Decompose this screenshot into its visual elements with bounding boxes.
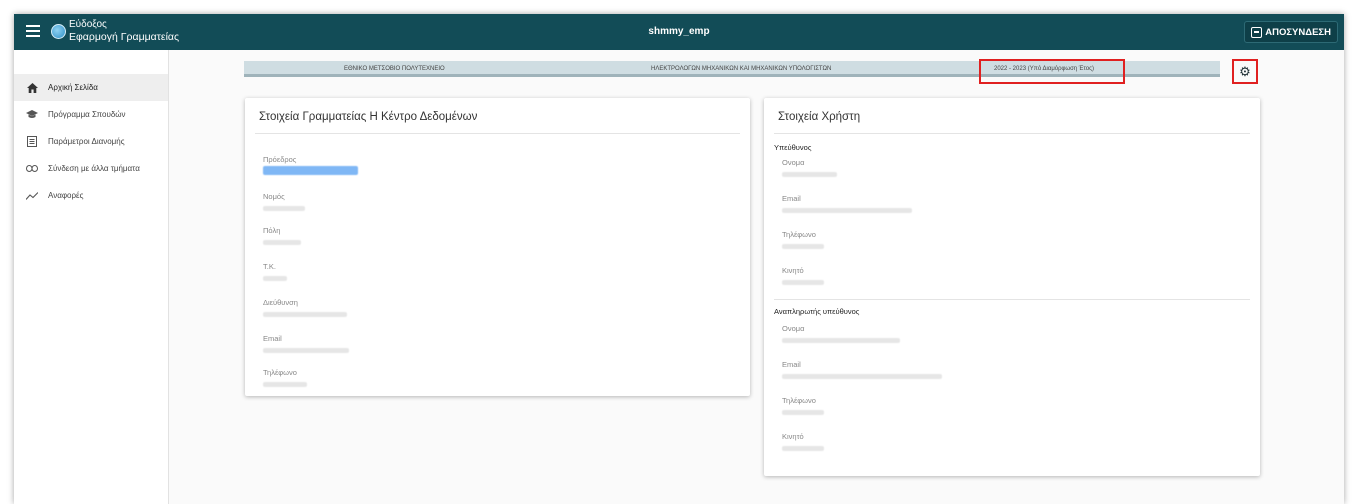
sidebar: Αρχική Σελίδα Πρόγραμμα Σπουδών Παράμετρ… [14,50,169,504]
sidebar-item-links[interactable]: Σύνδεση με άλλα τμήματα [14,155,168,182]
field-value-redacted [782,208,912,213]
sidebar-item-label: Αρχική Σελίδα [48,83,98,92]
sidebar-item-reports[interactable]: Αναφορές [14,182,168,209]
sidebar-item-label: Παράμετροι Διανομής [48,137,125,146]
chart-line-icon [26,190,38,202]
section-title-responsible: Υπεύθυνος [774,143,812,152]
field-email: Email [263,334,349,353]
field-label: Email [263,334,282,343]
field-value-redacted [782,410,824,415]
field-value-redacted [263,240,301,245]
sidebar-item-curriculum[interactable]: Πρόγραμμα Σπουδών [14,101,168,128]
card-title: Στοιχεία Χρήστη [778,111,861,123]
department-name: ΗΛΕΚΤΡΟΛΟΓΩΝ ΜΗΧΑΝΙΚΩΝ ΚΑΙ ΜΗΧΑΝΙΚΩΝ ΥΠΟ… [651,66,832,72]
field-value-redacted [263,276,287,281]
field-label: Τ.Κ. [263,262,276,271]
field-label: Ονομα [782,158,805,167]
sidebar-item-home[interactable]: Αρχική Σελίδα [14,74,168,101]
field-label: Κινητό [782,432,804,441]
gear-icon: ⚙ [1239,64,1251,79]
user-details-card: Στοιχεία Χρήστη Υπεύθυνος Ονομα Email Τη… [764,98,1260,476]
field-president: Πρόεδρος [263,155,363,175]
school-icon [26,109,38,121]
field-value-redacted [263,166,358,175]
field-mobile: Κινητό [782,432,824,451]
field-value-redacted [782,244,824,249]
field-label: Ονομα [782,324,805,333]
sidebar-item-label: Πρόγραμμα Σπουδών [48,110,126,119]
field-value-redacted [782,280,824,285]
sidebar-item-distribution[interactable]: Παράμετροι Διανομής [14,128,168,155]
field-city: Πόλη [263,226,301,245]
field-phone: Τηλέφωνο [782,396,824,415]
institution-name: ΕΘΝΙΚΟ ΜΕΤΣΟΒΙΟ ΠΟΛΥΤΕΧΝΕΙΟ [344,66,445,72]
field-name: Ονομα [782,324,900,343]
logout-button[interactable]: ΑΠΟΣΥΝΔΕΣΗ [1244,21,1338,43]
divider [774,133,1250,134]
field-value-redacted [263,382,307,387]
list-icon [26,136,38,148]
field-label: Κινητό [782,266,804,275]
divider [255,133,740,134]
field-value-redacted [782,374,942,379]
field-label: Νομός [263,192,285,201]
field-value-redacted [263,206,305,211]
current-user: shmmy_emp [648,26,710,37]
field-label: Διεύθυνση [263,298,298,307]
sidebar-item-label: Σύνδεση με άλλα τμήματα [48,164,140,173]
field-label: Πρόεδρος [263,155,297,164]
field-name: Ονομα [782,158,837,177]
settings-button[interactable]: ⚙ [1232,59,1258,84]
field-label: Email [782,194,801,203]
field-prefecture: Νομός [263,192,305,211]
field-value-redacted [782,172,837,177]
logout-icon [1251,26,1263,38]
sidebar-item-label: Αναφορές [48,191,84,200]
field-value-redacted [782,338,900,343]
link-icon [26,163,38,175]
field-label: Τηλέφωνο [782,230,816,239]
field-label: Πόλη [263,226,281,235]
field-email: Email [782,194,912,213]
field-phone: Τηλέφωνο [263,368,307,387]
divider [774,299,1250,300]
top-bar: Εύδοξος Εφαρμογή Γραμματείας shmmy_emp Α… [14,14,1344,50]
field-value-redacted [782,446,824,451]
field-mobile: Κινητό [782,266,824,285]
field-postal-code: Τ.Κ. [263,262,287,281]
field-value-redacted [263,348,349,353]
year-highlight-box [979,59,1125,84]
logout-label: ΑΠΟΣΥΝΔΕΣΗ [1265,26,1331,38]
field-label: Τηλέφωνο [263,368,297,377]
field-phone: Τηλέφωνο [782,230,824,249]
section-title-deputy: Αναπληρωτής υπεύθυνος [774,307,860,316]
field-address: Διεύθυνση [263,298,347,317]
field-email: Email [782,360,942,379]
field-label: Email [782,360,801,369]
app-window: Εύδοξος Εφαρμογή Γραμματείας shmmy_emp Α… [14,14,1344,504]
field-label: Τηλέφωνο [782,396,816,405]
card-title: Στοιχεία Γραμματείας Η Κέντρο Δεδομένων [259,111,478,123]
field-value-redacted [263,312,347,317]
secretariat-card: Στοιχεία Γραμματείας Η Κέντρο Δεδομένων … [245,98,750,396]
home-icon [26,82,38,94]
